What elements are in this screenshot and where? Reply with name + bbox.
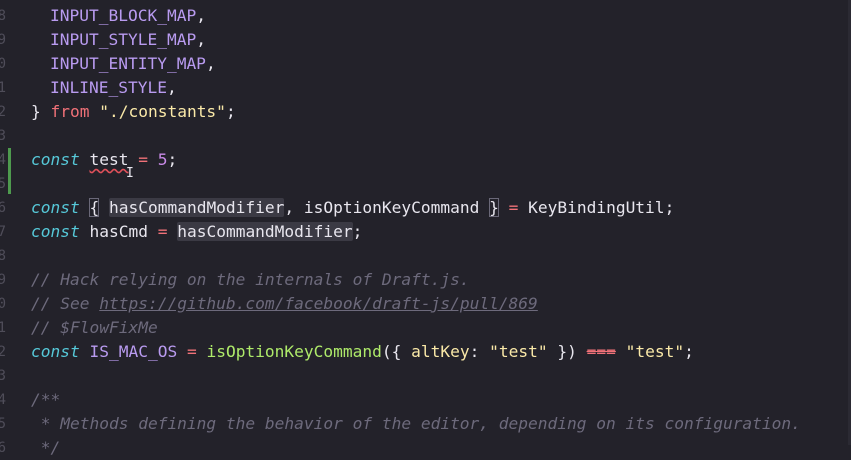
property-key: altKey <box>411 342 470 361</box>
bracket-match: } <box>489 198 499 217</box>
punctuation: , <box>196 6 206 25</box>
operator: = <box>138 150 148 169</box>
code-line[interactable]: INPUT_ENTITY_MAP, <box>31 52 216 76</box>
punctuation: ; <box>167 150 178 169</box>
identifier: hasCmd <box>89 222 148 241</box>
punctuation: ({ <box>381 342 412 361</box>
identifier: KeyBindingUtil <box>528 198 665 217</box>
punctuation: ; <box>225 102 236 121</box>
line-number: 7 <box>0 224 6 240</box>
punctuation: ; <box>684 342 694 361</box>
punctuation: ; <box>352 222 363 241</box>
line-number: 3 <box>0 368 6 384</box>
line-number: 8 <box>0 8 6 24</box>
line-number: 8 <box>0 248 6 264</box>
number-literal: 5 <box>157 150 168 169</box>
identifier: INLINE_STYLE <box>50 78 167 97</box>
keyword: const <box>31 198 80 217</box>
operator: = <box>157 222 168 241</box>
code-line[interactable]: INPUT_BLOCK_MAP, <box>31 4 206 28</box>
identifier-highlight: hasCommandModifier <box>177 222 353 241</box>
identifier: INPUT_BLOCK_MAP <box>50 6 197 25</box>
punctuation: , <box>166 78 177 97</box>
line-number: 2 <box>0 344 6 360</box>
code-line[interactable]: } from "./constants"; <box>31 100 236 124</box>
text-cursor-icon: I <box>126 166 134 181</box>
line-number: 3 <box>0 128 6 144</box>
identifier: INPUT_STYLE_MAP <box>50 30 197 49</box>
keyword: const <box>31 222 80 241</box>
line-number: 0 <box>0 56 6 72</box>
line-number: 4 <box>0 152 6 168</box>
line-number: 5 <box>0 416 6 432</box>
identifier: test <box>89 150 129 169</box>
identifier: isOptionKeyCommand <box>303 198 480 217</box>
line-number: 6 <box>0 440 6 456</box>
code-line[interactable]: INLINE_STYLE, <box>31 76 177 100</box>
code-line[interactable]: INPUT_STYLE_MAP, <box>31 28 206 52</box>
code-line[interactable]: const hasCmd = hasCommandModifier; <box>31 220 362 244</box>
line-number: 5 <box>0 176 6 192</box>
comment-link[interactable]: https://github.com/facebook/draft-js/pul… <box>99 294 538 313</box>
keyword: from <box>50 102 90 121</box>
strict-equals-operator: === <box>586 342 616 361</box>
comment-text: // See <box>31 294 100 313</box>
comment-line[interactable]: // See https://github.com/facebook/draft… <box>31 292 538 316</box>
punctuation: ; <box>664 198 675 217</box>
code-line[interactable]: const IS_MAC_OS = isOptionKeyCommand({ a… <box>31 340 694 364</box>
punctuation: } <box>31 102 41 121</box>
punctuation: , <box>196 30 206 49</box>
code-line[interactable]: const test = 5; <box>31 148 177 172</box>
code-editor[interactable]: 8 9 0 1 2 3 4 5 6 7 8 9 0 1 2 3 4 5 6 IN… <box>0 0 851 457</box>
operator: = <box>508 198 519 217</box>
string-literal: "test" <box>625 342 685 361</box>
punctuation: }) <box>547 342 577 361</box>
line-number: 9 <box>0 272 6 288</box>
line-number: 9 <box>0 32 6 48</box>
operator: = <box>186 342 197 361</box>
line-number: 1 <box>0 320 6 336</box>
comment-line[interactable]: // $FlowFixMe <box>31 316 158 340</box>
identifier-highlight: hasCommandModifier <box>108 198 285 217</box>
jsdoc-line[interactable]: */ <box>31 436 61 460</box>
punctuation: , <box>205 54 216 73</box>
code-line[interactable]: const { hasCommandModifier, isOptionKeyC… <box>31 196 674 220</box>
line-number: 0 <box>0 296 6 312</box>
punctuation: : <box>469 342 480 361</box>
git-modified-indicator <box>8 148 11 194</box>
keyword: const <box>31 342 80 361</box>
bracket-match: { <box>89 198 100 217</box>
jsdoc-line[interactable]: * Methods defining the behavior of the e… <box>31 412 801 436</box>
line-number-gutter: 8 9 0 1 2 3 4 5 6 7 8 9 0 1 2 3 4 5 6 <box>0 0 22 456</box>
line-number: 6 <box>0 200 6 216</box>
identifier: INPUT_ENTITY_MAP <box>50 54 206 73</box>
comment-line[interactable]: // Hack relying on the internals of Draf… <box>31 268 470 292</box>
jsdoc-line[interactable]: /** <box>31 388 60 412</box>
line-number: 4 <box>0 392 6 408</box>
string-literal: "test" <box>489 342 548 361</box>
string-literal: "./constants" <box>99 102 226 121</box>
keyword: const <box>31 150 80 169</box>
function-call: isOptionKeyCommand <box>206 342 382 361</box>
punctuation: , <box>284 198 295 217</box>
line-number: 2 <box>0 104 6 120</box>
identifier: IS_MAC_OS <box>89 342 178 361</box>
line-number: 1 <box>0 80 6 96</box>
